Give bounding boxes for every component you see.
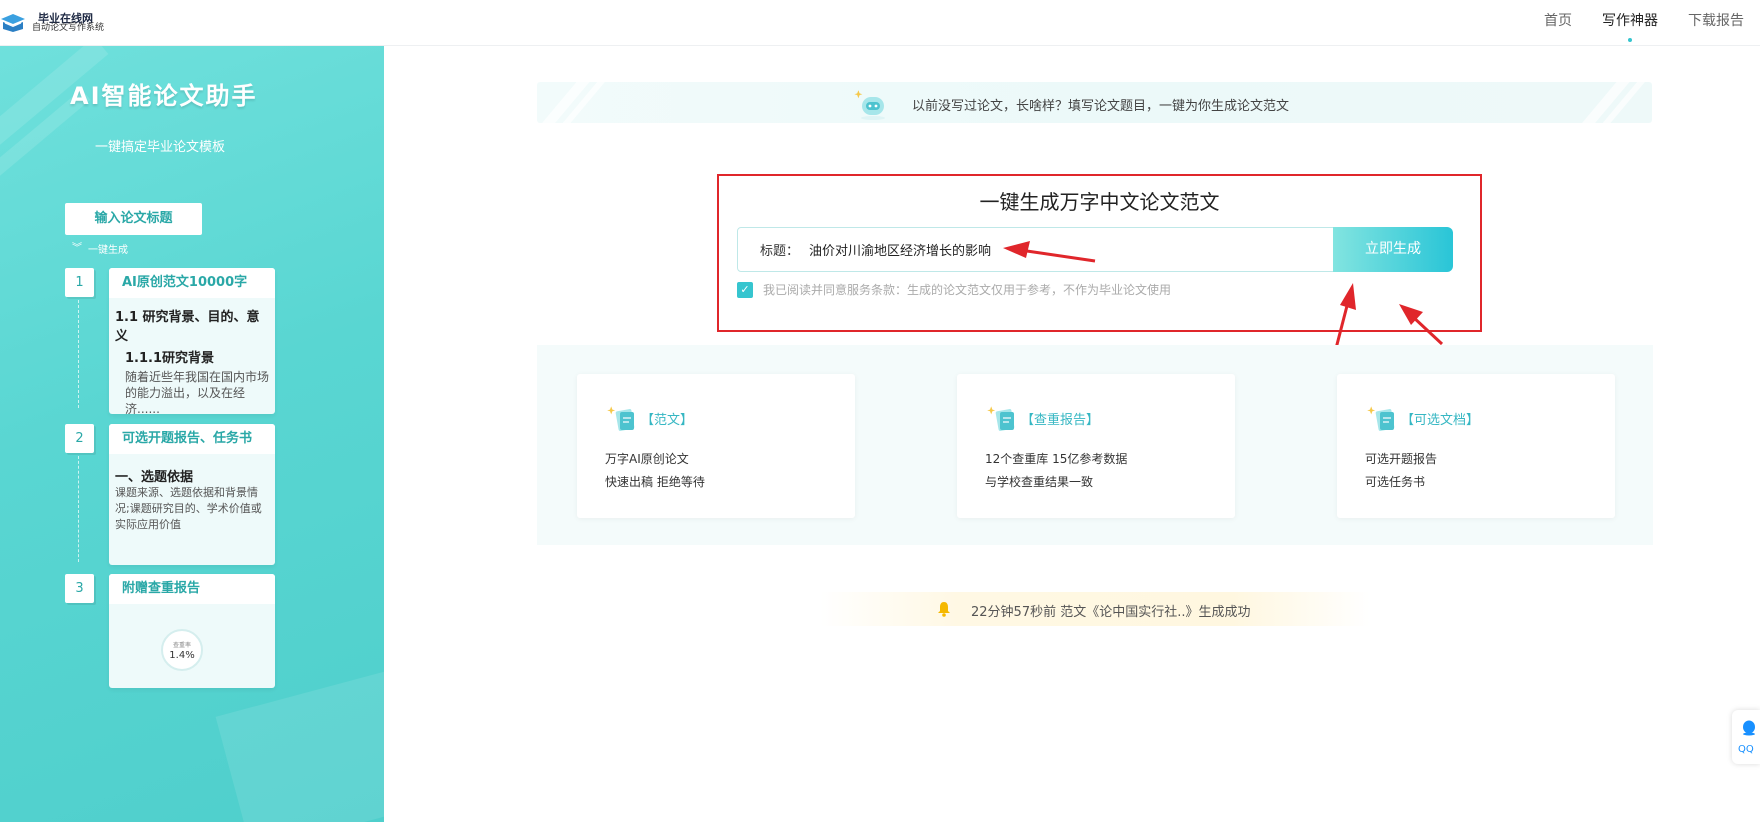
book-logo-icon xyxy=(1,14,25,32)
step-title: AI原创范文10000字 xyxy=(109,268,275,298)
logo-subtitle: 自动论文写作系统 xyxy=(32,23,105,34)
step-number: 2 xyxy=(65,424,94,453)
step-excerpt: 课题来源、选题依据和背景情况;课题研究目的、学术价值或实际应用价值 xyxy=(115,486,262,531)
feature-card-check-report: 【查重报告】 12个查重库 15亿参考数据 与学校查重结果一致 xyxy=(957,374,1235,518)
top-nav: 毕业在线网 自动论文写作系统 首页 写作神器 下载报告 xyxy=(0,0,1760,46)
step-title: 附赠查重报告 xyxy=(109,574,275,604)
step-title: 可选开题报告、任务书 xyxy=(109,424,275,454)
feature-line: 可选任务书 xyxy=(1365,475,1426,489)
nav-home[interactable]: 首页 xyxy=(1544,0,1572,46)
title-input-wrapper[interactable]: 标题： xyxy=(737,227,1334,272)
feature-card-essay: 【范文】 万字AI原创论文 快速出稿 拒绝等待 xyxy=(577,374,855,518)
feature-title: 【查重报告】 xyxy=(1021,412,1100,428)
step-heading: 1.1 研究背景、目的、意义 xyxy=(115,310,260,344)
terms-agreement[interactable]: ✓ 我已阅读并同意服务条款：生成的论文范文仅用于参考，不作为毕业论文使用 xyxy=(737,281,1171,298)
feature-title: 【可选文档】 xyxy=(1401,412,1480,428)
document-sparkle-icon xyxy=(1367,406,1395,431)
step-connector xyxy=(78,300,79,408)
onekey-text: 一键生成 xyxy=(88,245,128,256)
document-sparkle-icon xyxy=(987,406,1015,431)
gauge-label: 查重率 xyxy=(172,642,191,649)
generator-title: 一键生成万字中文论文范文 xyxy=(979,190,1220,214)
step-heading: 一、选题依据 xyxy=(115,470,194,485)
feature-line: 万字AI原创论文 xyxy=(605,452,689,466)
qq-chat-icon xyxy=(1743,720,1755,736)
step-excerpt: 随着近些年我国在国内市场的能力溢出，以及在经济...... xyxy=(125,370,270,414)
nav-download-report[interactable]: 下载报告 xyxy=(1688,0,1744,46)
document-sparkle-icon xyxy=(607,406,635,431)
input-title-step: 输入论文标题 xyxy=(65,203,202,235)
notice-text: 22分钟57秒前 范文《论中国实行社..》生成成功 xyxy=(971,605,1251,620)
onekey-label: ︾ 一键生成 xyxy=(72,241,128,256)
banner-text: 以前没写过论文，长啥样？填写论文题目，一键为你生成论文范文 xyxy=(912,99,1290,114)
sidebar-subtitle: 一键搞定毕业论文模板 xyxy=(95,140,226,155)
step-card-original-essay: AI原创范文10000字 1.1 研究背景、目的、意义 1.1.1研究背景 随着… xyxy=(109,268,275,414)
feature-line: 快速出稿 拒绝等待 xyxy=(605,475,705,489)
agree-checkbox[interactable]: ✓ xyxy=(737,281,753,298)
sidebar-title: AI智能论文助手 xyxy=(70,82,258,110)
step-card-proposal: 可选开题报告、任务书 一、选题依据 课题来源、选题依据和背景情况;课题研究目的、… xyxy=(109,424,275,565)
qq-label: QQ xyxy=(1738,744,1754,755)
agree-text: 我已阅读并同意服务条款：生成的论文范文仅用于参考，不作为毕业论文使用 xyxy=(763,283,1172,297)
qq-service-widget[interactable]: QQ xyxy=(1732,710,1760,764)
bell-icon xyxy=(938,602,950,617)
feature-line: 12个查重库 15亿参考数据 xyxy=(985,452,1128,466)
step-connector xyxy=(78,456,79,562)
feature-title: 【范文】 xyxy=(641,412,694,428)
step-subheading: 1.1.1研究背景 xyxy=(125,351,215,366)
step-number: 1 xyxy=(65,268,94,297)
nav-writing-tool[interactable]: 写作神器 xyxy=(1602,0,1658,46)
robot-mascot-icon xyxy=(854,90,885,120)
title-input[interactable] xyxy=(809,242,1030,257)
feature-card-optional-docs: 【可选文档】 可选开题报告 可选任务书 xyxy=(1337,374,1615,518)
double-chevron-down-icon: ︾ xyxy=(72,242,82,254)
generation-notice: 22分钟57秒前 范文《论中国实行社..》生成成功 xyxy=(820,592,1370,626)
logo[interactable]: 毕业在线网 自动论文写作系统 xyxy=(0,8,104,38)
feature-line: 与学校查重结果一致 xyxy=(985,475,1094,489)
generate-button[interactable]: 立即生成 xyxy=(1333,227,1453,272)
step-number: 3 xyxy=(65,574,94,603)
feature-line: 可选开题报告 xyxy=(1365,452,1438,466)
nav-links: 首页 写作神器 下载报告 xyxy=(1544,0,1760,46)
title-input-label: 标题： xyxy=(760,244,800,259)
gauge-value: 1.4% xyxy=(169,650,195,661)
similarity-gauge: 查重率 1.4% xyxy=(161,629,203,671)
